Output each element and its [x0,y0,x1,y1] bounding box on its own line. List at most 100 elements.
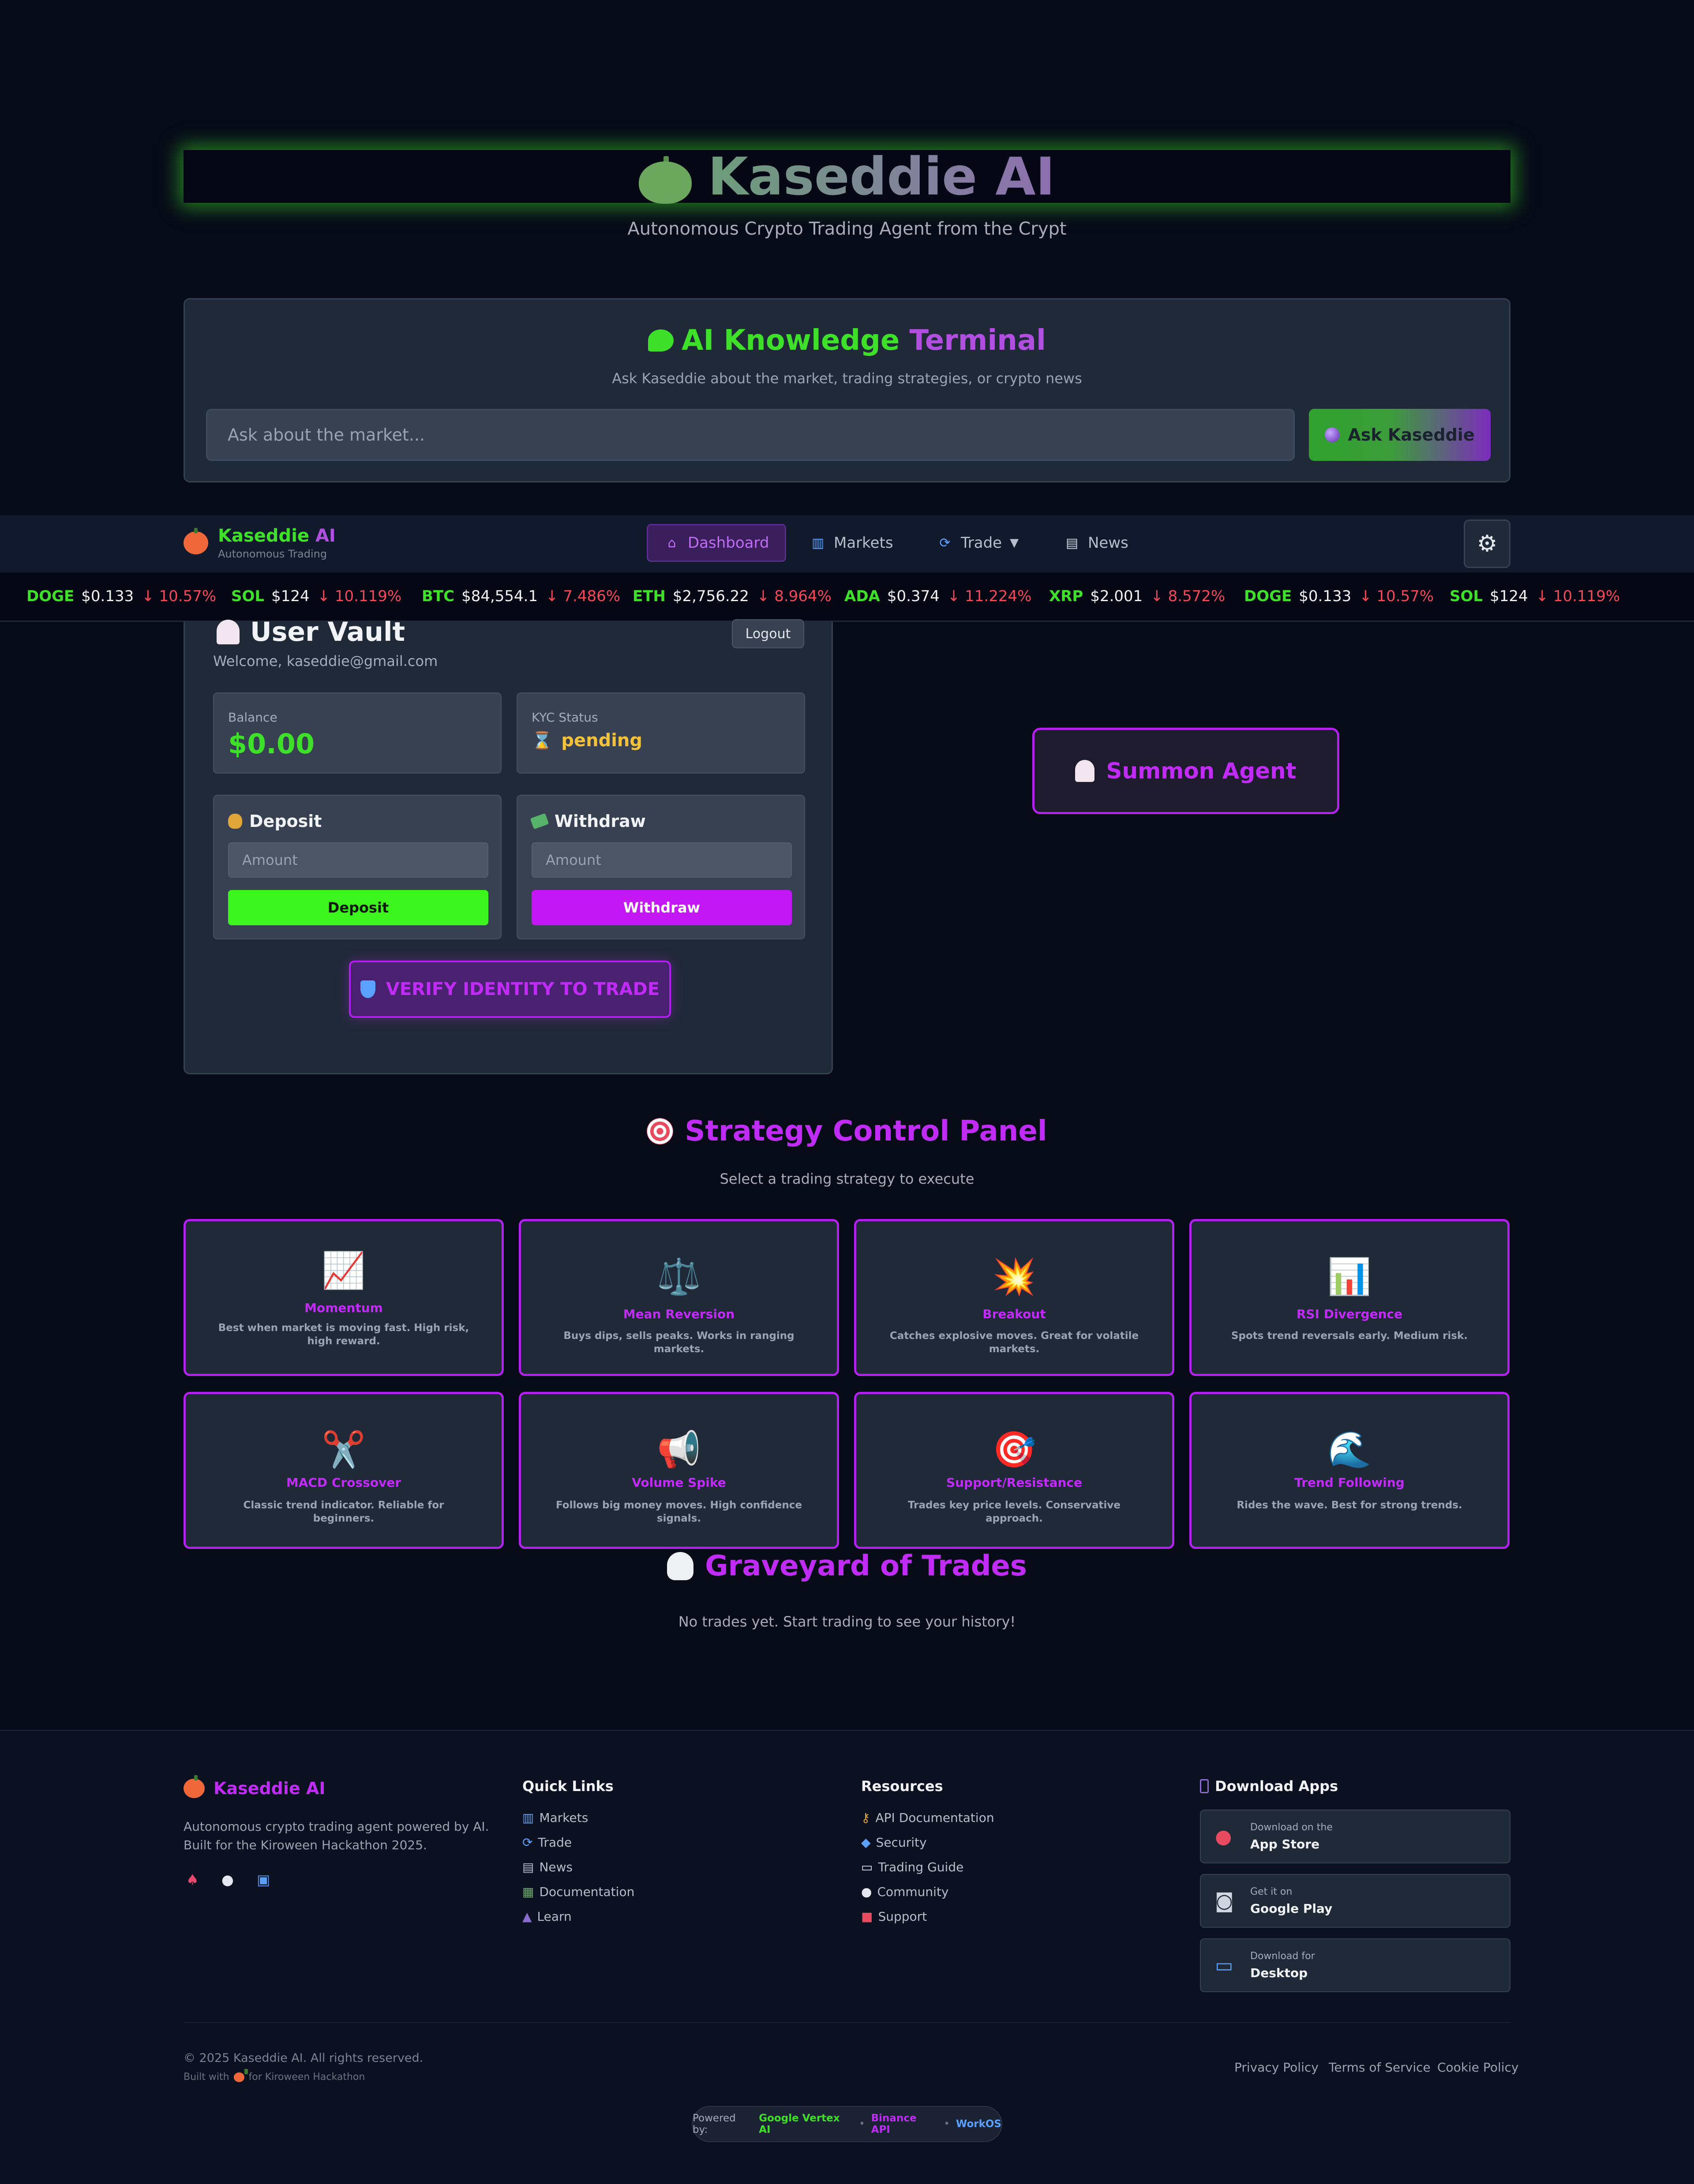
speech-bubble-icon [648,329,674,352]
settings-button[interactable]: ⚙ [1464,520,1510,568]
withdraw-amount-input[interactable] [532,842,792,878]
app-store-button[interactable]: ● Download on the App Store [1200,1810,1510,1863]
gear-icon: ⚙ [1477,531,1498,557]
strategy-card-support-resistance[interactable]: 🎯 Support/Resistance Trades key price le… [854,1392,1174,1549]
ask-market-input[interactable] [206,409,1295,461]
footer-link-news[interactable]: ▤ News [522,1860,573,1874]
ghost-icon [1075,760,1095,782]
laptop-icon: ▭ [1215,1954,1233,1977]
footer-link-community[interactable]: ● Community [861,1885,949,1899]
strategy-name: MACD Crossover [286,1475,401,1490]
ask-kaseddie-button[interactable]: Ask Kaseddie [1309,409,1491,461]
strategy-desc: Buys dips, sells peaks. Works in ranging… [563,1330,795,1355]
terms-of-service-link[interactable]: Terms of Service [1329,2060,1431,2075]
strategy-panel-subtitle: Select a trading strategy to execute [720,1171,974,1187]
cookie-policy-link[interactable]: Cookie Policy [1437,2060,1518,2075]
high-heel-icon: ♠ [186,1871,199,1888]
nav-trade[interactable]: ⟳ Trade ▼ [921,524,1034,562]
social-link-1[interactable]: ♠ [186,1871,199,1888]
ticker-item: ETH $2,756.22 ↓ 8.964% [633,587,832,605]
mobile-phone-icon [1200,1779,1209,1793]
footer: Kaseddie AI Autonomous crypto trading ag… [0,1730,1694,2184]
nav-markets[interactable]: ▥ Markets [794,524,909,562]
social-link-3[interactable]: ▣ [257,1871,270,1888]
vault-title: User Vault [217,617,405,647]
google-play-button[interactable]: ◙ Get it on Google Play [1200,1874,1510,1928]
strategy-card-volume-spike[interactable]: 📢 Volume Spike Follows big money moves. … [519,1392,839,1549]
strategy-name: Momentum [304,1301,383,1315]
ticker-item: SOL $124 ↓ 10.119% [1450,587,1620,605]
sos-icon: ■ [861,1909,873,1924]
logout-button[interactable]: Logout [732,619,804,648]
withdraw-button[interactable]: Withdraw [532,890,792,925]
books-icon: ▦ [522,1885,534,1899]
footer-link-markets[interactable]: ▥ Markets [522,1810,588,1825]
footer-link-trade[interactable]: ⟳ Trade [522,1835,572,1850]
hero-title: Kaseddie AI [639,148,1055,205]
kyc-label: KYC Status [532,710,598,725]
chart-increasing-icon: 📈 [322,1250,366,1291]
strategy-card-rsi-divergence[interactable]: 📊 RSI Divergence Spots trend reversals e… [1189,1219,1510,1376]
brand-name: Kaseddie AI [218,526,336,546]
deposit-amount-input[interactable] [228,842,488,878]
id-card-icon: ▣ [257,1871,270,1888]
apple-icon: ● [1215,1825,1232,1848]
download-apps-title: Download Apps [1200,1778,1338,1795]
balance-card: Balance $0.00 [213,692,502,774]
bar-chart-icon: 📊 [1327,1256,1372,1297]
strategy-desc: Catches explosive moves. Great for volat… [889,1330,1139,1355]
footer-divider [184,2022,1510,2023]
footer-link-learn[interactable]: ▲ Learn [522,1909,572,1924]
pumpkin-icon [184,1775,205,1798]
explosion-icon: 💥 [992,1256,1036,1297]
strategy-card-breakout[interactable]: 💥 Breakout Catches explosive moves. Grea… [854,1219,1174,1376]
kyc-status: ⌛ pending [532,730,643,751]
strategy-card-momentum[interactable]: 📈 Momentum Best when market is moving fa… [184,1219,504,1376]
footer-description: Autonomous crypto trading agent powered … [184,1819,489,1852]
balance-label: Balance [228,710,277,725]
summon-agent-button[interactable]: Summon Agent [1032,728,1339,814]
nav-news[interactable]: ▤ News [1048,524,1144,562]
strategy-name: Breakout [982,1307,1046,1321]
megaphone-icon: 📢 [657,1429,701,1470]
footer-link-api-docs[interactable]: ⚷ API Documentation [861,1810,994,1825]
strategy-card-mean-reversion[interactable]: ⚖️ Mean Reversion Buys dips, sells peaks… [519,1219,839,1376]
nav-brand[interactable]: Kaseddie AI Autonomous Trading [184,526,336,560]
verify-identity-button[interactable]: VERIFY IDENTITY TO TRADE [349,961,671,1018]
nav-dashboard[interactable]: ⌂ Dashboard [647,524,787,562]
footer-brand: Kaseddie AI [184,1775,325,1798]
money-bag-icon [228,814,242,829]
withdraw-title: Withdraw [530,812,646,831]
robot-icon: ◙ [1215,1890,1234,1912]
crystal-ball-icon [1325,427,1340,442]
footer-link-documentation[interactable]: ▦ Documentation [522,1885,634,1899]
target-icon [647,1118,674,1144]
strategy-card-macd-crossover[interactable]: ✂️ MACD Crossover Classic trend indicato… [184,1392,504,1549]
powered-by-badge: Powered by: Google Vertex AI • Binance A… [692,2106,1002,2142]
desktop-download-button[interactable]: ▭ Download for Desktop [1200,1938,1510,1992]
strategy-name: Trend Following [1294,1475,1405,1490]
footer-link-trading-guide[interactable]: ▭ Trading Guide [861,1860,963,1874]
terminal-subtitle: Ask Kaseddie about the market, trading s… [612,370,1082,387]
ticker-item: BTC $84,554.1 ↓ 7.486% [422,587,621,605]
social-link-2[interactable]: ● [221,1871,234,1888]
graveyard-empty-text: No trades yet. Start trading to see your… [678,1613,1016,1630]
ticker-item: DOGE $0.133 ↓ 10.57% [1244,587,1434,605]
shield-icon [360,980,375,998]
pumpkin-icon [639,156,692,205]
footer-link-support[interactable]: ■ Support [861,1909,927,1924]
footer-link-security[interactable]: ◆ Security [861,1835,927,1850]
cycle-arrows-icon: ⟳ [522,1835,533,1850]
strategy-desc: Trades key price levels. Conservative ap… [907,1500,1121,1524]
strategy-name: Mean Reversion [623,1307,735,1321]
bar-chart-icon: ▥ [811,535,825,551]
ticker-item: DOGE $0.133 ↓ 10.57% [26,587,217,605]
top-navigation: Kaseddie AI Autonomous Trading ⌂ Dashboa… [0,515,1694,572]
kyc-status-card: KYC Status ⌛ pending [517,692,805,774]
deposit-button[interactable]: Deposit [228,890,488,925]
strategy-card-trend-following[interactable]: 🌊 Trend Following Rides the wave. Best f… [1189,1392,1510,1549]
privacy-policy-link[interactable]: Privacy Policy [1234,2060,1319,2075]
money-wings-icon [530,813,549,830]
newspaper-icon: ▤ [1065,535,1079,551]
terminal-title: AI Knowledge Terminal [185,324,1509,357]
